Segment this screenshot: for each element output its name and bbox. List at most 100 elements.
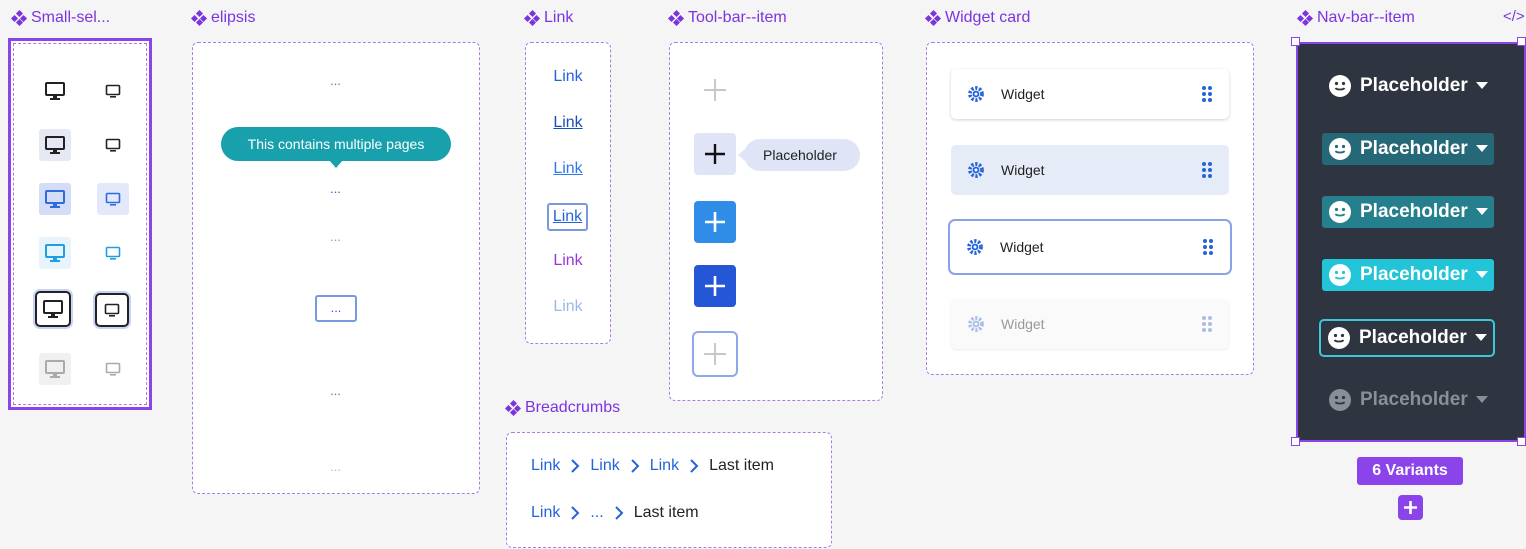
breadcrumb-link[interactable]: Link	[531, 457, 560, 475]
breadcrumb-link[interactable]: Link	[531, 504, 560, 522]
component-icon	[924, 9, 942, 27]
tooltip-arrow	[329, 160, 343, 168]
monitor-icon[interactable]	[39, 75, 71, 107]
plus-icon	[1404, 501, 1417, 514]
add-variant-button[interactable]	[1398, 495, 1423, 520]
widget-card[interactable]: Widget	[951, 69, 1229, 119]
resize-handle[interactable]	[1291, 37, 1300, 46]
navbar-item-focused[interactable]: Placeholder	[1319, 319, 1495, 357]
navbar-item-label: Placeholder	[1360, 138, 1468, 159]
monitor-icon[interactable]	[39, 353, 71, 385]
widget-card-frame[interactable]: Widget Widget Widget Widget	[926, 42, 1254, 375]
navbar-item-label: Placeholder	[1360, 264, 1468, 285]
component-label-link[interactable]: Link	[523, 9, 573, 27]
link[interactable]: Link	[526, 68, 610, 86]
navbar-item[interactable]: Placeholder	[1322, 70, 1494, 102]
chevron-right-icon	[571, 506, 580, 520]
breadcrumb-link[interactable]: Link	[650, 457, 679, 475]
caret-down-icon	[1475, 271, 1488, 278]
small-select-frame[interactable]	[8, 38, 152, 410]
component-icon	[504, 399, 522, 417]
drag-handle-icon[interactable]	[1201, 161, 1213, 179]
component-label-breadcrumbs[interactable]: Breadcrumbs	[504, 399, 620, 417]
widget-card[interactable]: Widget	[951, 145, 1229, 195]
gear-icon	[968, 316, 984, 332]
component-label-toolbar[interactable]: Tool-bar--item	[667, 9, 787, 27]
navbar-item-disabled[interactable]: Placeholder	[1322, 384, 1494, 416]
smiley-icon	[1329, 138, 1351, 160]
monitor-small-icon[interactable]	[97, 237, 129, 269]
caret-down-icon	[1475, 145, 1488, 152]
elipsis-dots[interactable]: ...	[193, 383, 478, 398]
widget-card-disabled[interactable]: Widget	[951, 299, 1229, 349]
drag-handle-icon[interactable]	[1201, 315, 1213, 333]
monitor-icon[interactable]	[39, 237, 71, 269]
elipsis-dots[interactable]: ...	[193, 229, 478, 244]
component-label-widget-card[interactable]: Widget card	[924, 9, 1030, 27]
smiley-icon	[1328, 327, 1350, 349]
drag-handle-icon[interactable]	[1201, 85, 1213, 103]
monitor-small-icon[interactable]	[97, 75, 129, 107]
monitor-icon[interactable]	[39, 183, 71, 215]
monitor-icon[interactable]	[39, 129, 71, 161]
elipsis-dots[interactable]: ...	[193, 73, 478, 88]
link-frame[interactable]: Link Link Link Link Link Link	[525, 42, 611, 344]
plus-icon[interactable]	[694, 69, 736, 111]
plus-icon[interactable]	[694, 133, 736, 175]
link-pressed[interactable]: Link	[526, 160, 610, 178]
toolbar-frame[interactable]: Placeholder	[669, 42, 883, 401]
plus-icon[interactable]	[694, 201, 736, 243]
elipsis-dots[interactable]: ...	[193, 181, 478, 196]
monitor-small-icon[interactable]	[97, 183, 129, 215]
monitor-icon[interactable]	[35, 291, 71, 327]
widget-card-focused[interactable]: Widget	[948, 219, 1232, 275]
smiley-icon	[1329, 389, 1351, 411]
plus-icon[interactable]	[694, 265, 736, 307]
breadcrumb-link[interactable]: Link	[590, 457, 619, 475]
smiley-icon	[1329, 264, 1351, 286]
chevron-right-icon	[631, 459, 640, 473]
navbar-item[interactable]: Placeholder	[1322, 259, 1494, 291]
component-icon	[667, 9, 685, 27]
breadcrumb: Link ... Last item	[531, 504, 699, 522]
component-icon	[10, 9, 28, 27]
elipsis-dots-focused[interactable]: ...	[315, 295, 357, 322]
plus-icon[interactable]	[692, 331, 738, 377]
breadcrumb: Link Link Link Last item	[531, 457, 774, 475]
elipsis-dots-disabled[interactable]: ...	[193, 459, 478, 474]
caret-down-icon	[1475, 396, 1488, 403]
resize-handle[interactable]	[1517, 37, 1526, 46]
elipsis-frame[interactable]: ... This contains multiple pages ... ...…	[192, 42, 480, 494]
link-disabled[interactable]: Link	[526, 298, 610, 316]
breadcrumbs-frame[interactable]: Link Link Link Last item Link ... Last i…	[506, 432, 832, 548]
drag-handle-icon[interactable]	[1202, 238, 1214, 256]
component-icon	[523, 9, 541, 27]
navbar-frame[interactable]: Placeholder Placeholder Placeholder Plac…	[1296, 42, 1526, 442]
component-label-elipsis[interactable]: elipsis	[190, 9, 255, 27]
chevron-right-icon	[614, 506, 624, 520]
monitor-small-icon[interactable]	[97, 353, 129, 385]
breadcrumb-ellipsis[interactable]: ...	[590, 504, 603, 522]
navbar-item[interactable]: Placeholder	[1322, 133, 1494, 165]
chevron-right-icon	[571, 459, 580, 473]
smiley-icon	[1329, 75, 1351, 97]
tooltip-placeholder: Placeholder	[744, 139, 860, 171]
resize-handle[interactable]	[1291, 437, 1300, 446]
link-focused[interactable]: Link	[547, 203, 588, 231]
breadcrumb-current: Last item	[633, 504, 699, 521]
variants-badge[interactable]: 6 Variants	[1357, 457, 1463, 485]
component-label-small-select[interactable]: Small-sel...	[10, 9, 110, 27]
resize-handle[interactable]	[1517, 437, 1526, 446]
link-hover[interactable]: Link	[526, 114, 610, 132]
smiley-icon	[1329, 201, 1351, 223]
monitor-small-icon[interactable]	[95, 293, 129, 327]
link-visited[interactable]: Link	[526, 252, 610, 270]
monitor-small-icon[interactable]	[97, 129, 129, 161]
caret-down-icon	[1474, 334, 1487, 341]
caret-down-icon	[1475, 208, 1488, 215]
code-icon[interactable]: </>	[1503, 8, 1525, 25]
navbar-item[interactable]: Placeholder	[1322, 196, 1494, 228]
component-icon	[1296, 9, 1314, 27]
gear-icon	[968, 86, 984, 102]
component-label-navbar[interactable]: Nav-bar--item	[1296, 9, 1415, 27]
